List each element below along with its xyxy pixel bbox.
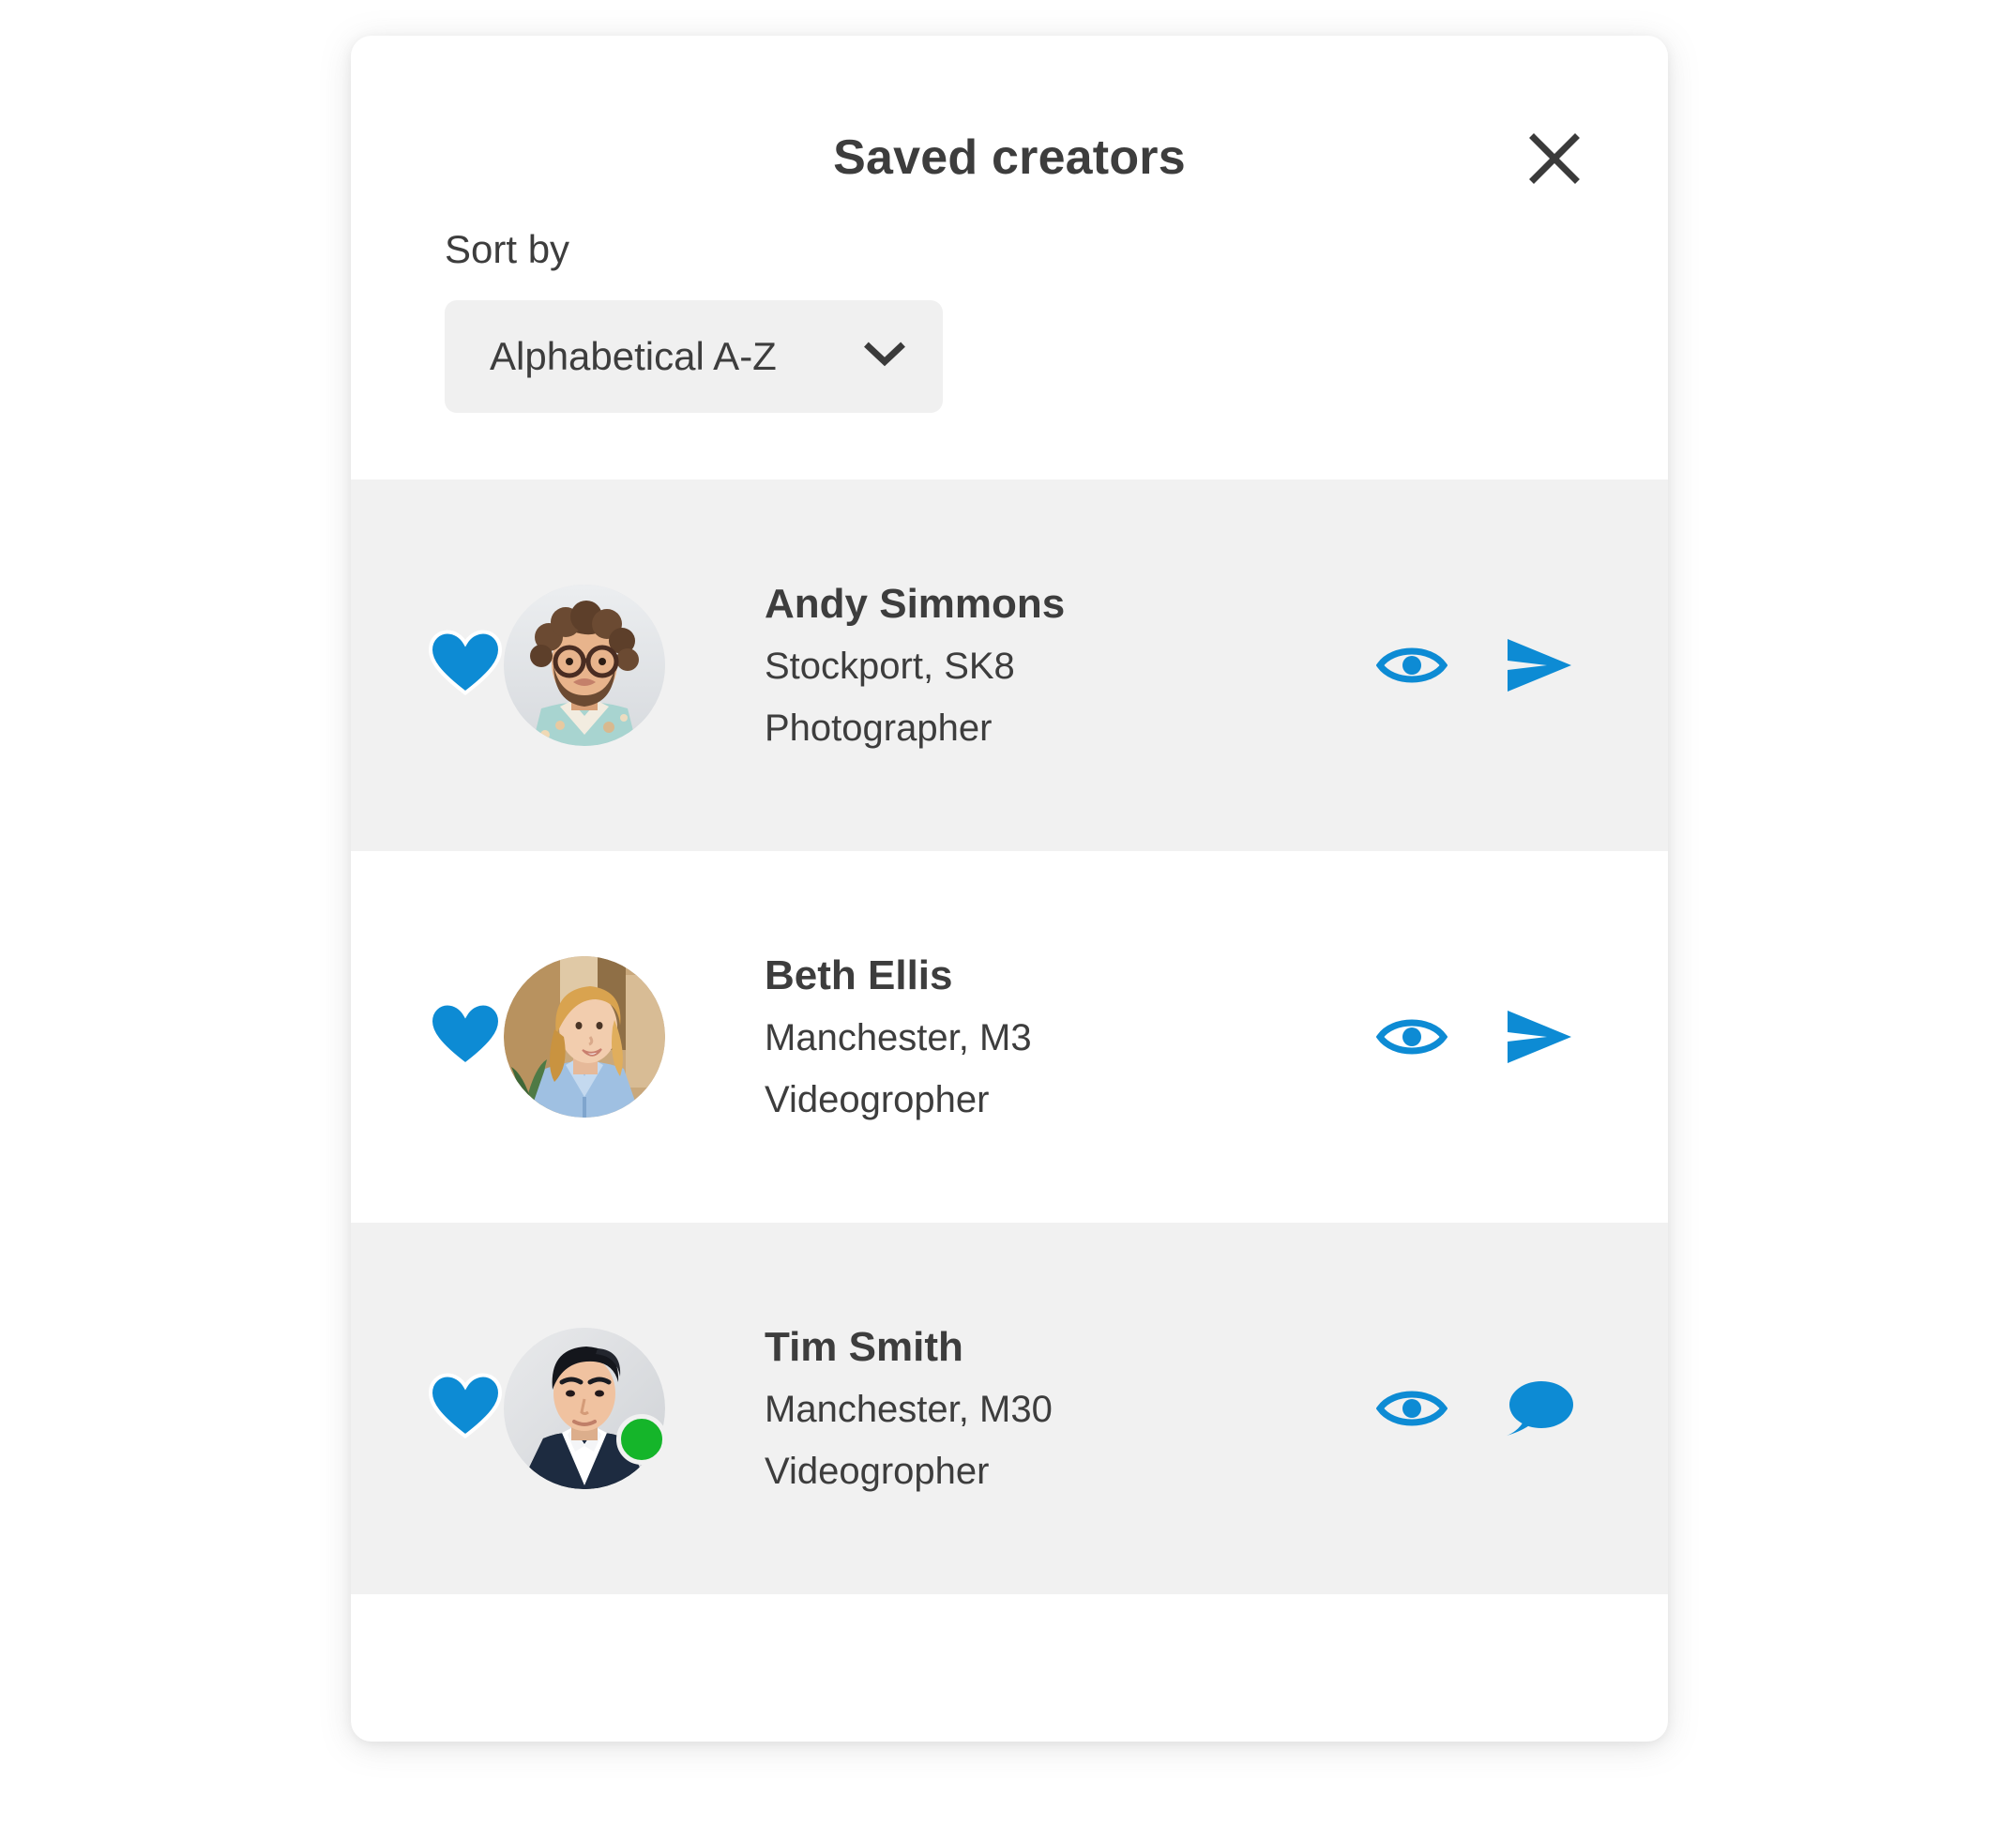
view-icon <box>1376 1013 1448 1060</box>
creator-role: Photographer <box>765 708 993 749</box>
close-icon <box>1527 131 1582 186</box>
creator-info: Beth Ellis Manchester, M3 Videogropher <box>765 952 1375 1120</box>
creator-role: Videogropher <box>765 1451 990 1492</box>
page-title: Saved creators <box>833 130 1186 185</box>
sort-select[interactable]: Alphabetical A-Z <box>445 300 943 413</box>
view-button[interactable] <box>1375 629 1448 702</box>
close-button[interactable] <box>1525 129 1584 188</box>
heart-icon[interactable] <box>428 1001 503 1073</box>
view-icon <box>1376 1385 1448 1432</box>
sort-section: Sort by Alphabetical A-Z <box>351 181 1668 413</box>
avatar-group <box>428 1324 757 1493</box>
view-icon <box>1376 642 1448 689</box>
row-actions <box>1375 629 1576 702</box>
sort-select-value: Alphabetical A-Z <box>490 334 777 378</box>
send-button[interactable] <box>1503 629 1576 702</box>
sort-by-label: Sort by <box>445 227 570 271</box>
creator-name: Tim Smith <box>765 1324 963 1370</box>
message-icon <box>1504 1378 1575 1438</box>
send-icon <box>1504 1008 1575 1066</box>
creator-location: Stockport, SK8 <box>765 646 1015 687</box>
saved-creators-modal: Saved creators Sort by Alphabetical A-Z <box>351 36 1668 1742</box>
heart-icon[interactable] <box>428 630 503 702</box>
send-button[interactable] <box>1503 1000 1576 1073</box>
avatar <box>504 1328 665 1489</box>
table-row[interactable]: Andy Simmons Stockport, SK8 Photographer <box>351 479 1668 851</box>
avatar <box>504 585 665 746</box>
row-actions <box>1375 1372 1576 1445</box>
creator-list: Andy Simmons Stockport, SK8 Photographer <box>351 479 1668 1594</box>
creator-location: Manchester, M3 <box>765 1017 1032 1058</box>
view-button[interactable] <box>1375 1372 1448 1445</box>
online-status-dot <box>616 1414 667 1465</box>
creator-info: Andy Simmons Stockport, SK8 Photographer <box>765 581 1375 749</box>
creator-role: Videogropher <box>765 1079 990 1120</box>
avatar-group <box>428 581 757 750</box>
row-actions <box>1375 1000 1576 1073</box>
avatar-group <box>428 952 757 1121</box>
send-icon <box>1504 636 1575 694</box>
view-button[interactable] <box>1375 1000 1448 1073</box>
table-row[interactable]: Tim Smith Manchester, M30 Videogropher <box>351 1223 1668 1594</box>
creator-name: Andy Simmons <box>765 581 1066 627</box>
creator-info: Tim Smith Manchester, M30 Videogropher <box>765 1324 1375 1492</box>
heart-icon[interactable] <box>428 1373 503 1445</box>
table-row[interactable]: Beth Ellis Manchester, M3 Videogropher <box>351 851 1668 1223</box>
modal-header: Saved creators <box>351 36 1668 185</box>
creator-name: Beth Ellis <box>765 952 953 998</box>
creator-location: Manchester, M30 <box>765 1389 1053 1430</box>
avatar <box>504 956 665 1118</box>
chevron-down-icon <box>864 342 905 373</box>
message-button[interactable] <box>1503 1372 1576 1445</box>
